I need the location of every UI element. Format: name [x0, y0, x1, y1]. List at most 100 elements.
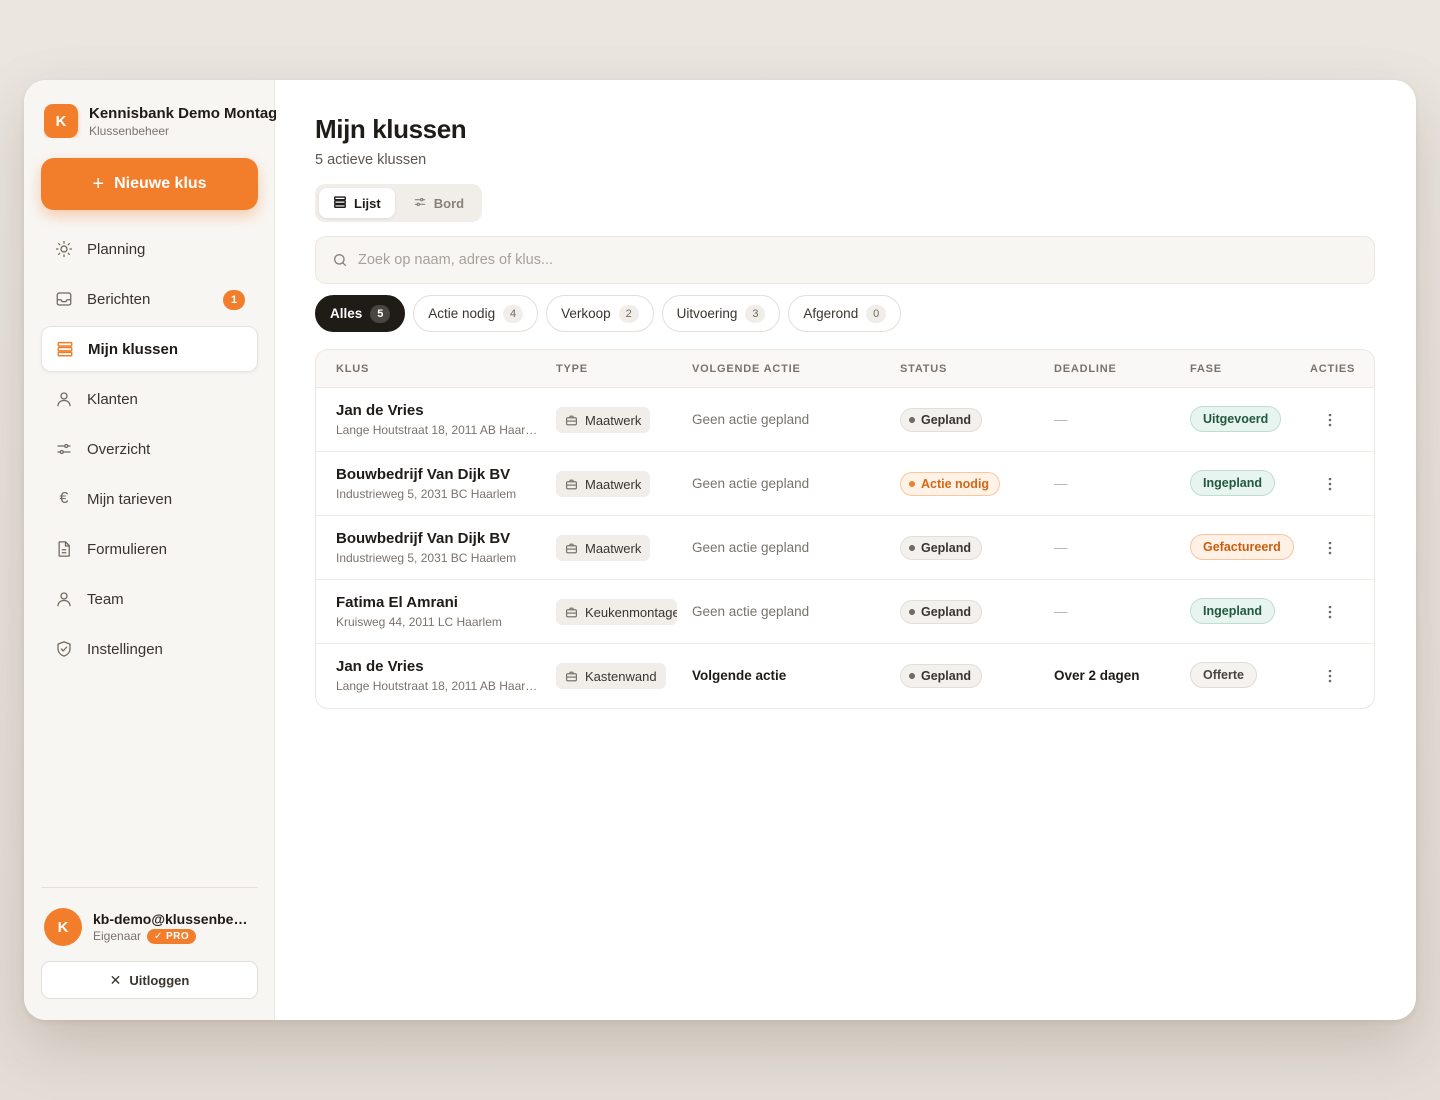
logout-label: Uitloggen — [129, 972, 190, 988]
type-pill: Maatwerk — [556, 535, 651, 561]
table-row[interactable]: Jan de Vries Lange Houtstraat 18, 2011 A… — [316, 388, 1374, 452]
filter-afgerond[interactable]: Afgerond 0 — [788, 295, 902, 332]
view-list-button[interactable]: Lijst — [319, 188, 395, 218]
filter-alles[interactable]: Alles 5 — [315, 295, 406, 332]
new-job-button[interactable]: + Nieuwe klus — [41, 158, 258, 210]
inbox-icon — [54, 289, 74, 309]
filter-count: 2 — [618, 304, 639, 323]
column-type[interactable]: TYPE — [556, 363, 588, 375]
job-name: Jan de Vries — [336, 658, 424, 675]
sidebar-divider — [41, 887, 258, 888]
sidebar-item-mijn-klussen[interactable]: Mijn klussen — [41, 326, 258, 372]
table-row[interactable]: Bouwbedrijf Van Dijk BV Industrieweg 5, … — [316, 516, 1374, 580]
filter-actie-nodig[interactable]: Actie nodig 4 — [413, 295, 539, 332]
sidebar-item-formulieren[interactable]: Formulieren — [41, 526, 258, 572]
next-action: Geen actie gepland — [692, 412, 810, 427]
phase-badge: Ingepland — [1190, 598, 1276, 624]
sliders-icon — [413, 195, 427, 212]
column-next-action[interactable]: VOLGENDE ACTIE — [692, 363, 801, 375]
view-board-button[interactable]: Bord — [399, 188, 478, 218]
sidebar-nav: Planning Berichten 1 Mijn klussen Klante… — [41, 226, 258, 676]
table-row[interactable]: Bouwbedrijf Van Dijk BV Industrieweg 5, … — [316, 452, 1374, 516]
page-subtitle: 5 actieve klussen — [315, 152, 427, 168]
deadline: Over 2 dagen — [1054, 668, 1140, 683]
sidebar-item-instellingen[interactable]: Instellingen — [41, 626, 258, 672]
sidebar-item-label: Overzicht — [87, 440, 151, 458]
main-content: Mijn klussen 5 actieve klussen Lijst Bor… — [275, 80, 1416, 1020]
sun-icon — [54, 239, 74, 259]
status-badge: Gepland — [900, 600, 983, 624]
job-name: Fatima El Amrani — [336, 594, 458, 611]
column-acties: ACTIES — [1310, 363, 1356, 375]
sidebar-item-planning[interactable]: Planning — [41, 226, 258, 272]
brand[interactable]: K Kennisbank Demo Montage Klussenbeheer — [44, 104, 276, 138]
kebab-icon — [1328, 413, 1332, 427]
view-toggle: Lijst Bord — [315, 184, 482, 222]
status-dot — [909, 417, 915, 423]
logout-button[interactable]: ✕ Uitloggen — [41, 961, 258, 999]
status-dot — [909, 481, 915, 487]
status-label: Gepland — [921, 413, 972, 427]
briefcase-icon — [565, 670, 578, 683]
more-actions-button[interactable] — [1318, 664, 1342, 688]
unread-badge: 1 — [223, 290, 245, 310]
filter-label: Afgerond — [803, 306, 859, 321]
sidebar-item-berichten[interactable]: Berichten 1 — [41, 276, 258, 322]
shield-icon — [54, 639, 74, 659]
type-label: Maatwerk — [585, 412, 642, 428]
type-label: Kastenwand — [585, 668, 657, 684]
briefcase-icon — [565, 606, 578, 619]
user-profile[interactable]: K kb-demo@klussenbeheer.nl Eigenaar ✓ PR… — [44, 908, 258, 946]
document-icon — [54, 539, 74, 559]
table-row[interactable]: Jan de Vries Lange Houtstraat 18, 2011 A… — [316, 644, 1374, 708]
type-label: Maatwerk — [585, 540, 642, 556]
table-row[interactable]: Fatima El Amrani Kruisweg 44, 2011 LC Ha… — [316, 580, 1374, 644]
check-icon: ✓ — [154, 930, 163, 942]
briefcase-icon — [565, 478, 578, 491]
job-name: Jan de Vries — [336, 402, 424, 419]
job-address: Lange Houtstraat 18, 2011 AB Haarlem — [336, 679, 538, 693]
type-label: Maatwerk — [585, 476, 642, 492]
sidebar-item-team[interactable]: Team — [41, 576, 258, 622]
new-job-label: Nieuwe klus — [114, 175, 207, 192]
job-address: Industrieweg 5, 2031 BC Haarlem — [336, 487, 517, 501]
column-status[interactable]: STATUS — [900, 363, 947, 375]
filter-label: Uitvoering — [676, 306, 738, 321]
status-dot — [909, 673, 915, 679]
search-input[interactable] — [358, 252, 1258, 268]
filter-chips: Alles 5 Actie nodig 4 Verkoop 2 Uitvoeri… — [315, 295, 902, 332]
table-header: KLUS TYPE VOLGENDE ACTIE STATUS DEADLINE… — [316, 350, 1374, 388]
more-actions-button[interactable] — [1318, 408, 1342, 432]
list-icon — [55, 339, 75, 359]
status-label: Gepland — [921, 669, 972, 683]
filter-label: Alles — [330, 306, 363, 321]
sidebar-item-overzicht[interactable]: Overzicht — [41, 426, 258, 472]
status-badge: Gepland — [900, 536, 983, 560]
filter-count: 5 — [370, 304, 391, 323]
kebab-icon — [1328, 477, 1332, 491]
filter-verkoop[interactable]: Verkoop 2 — [546, 295, 654, 332]
column-fase[interactable]: FASE — [1190, 363, 1222, 375]
sidebar-item-klanten[interactable]: Klanten — [41, 376, 258, 422]
status-label: Gepland — [921, 541, 972, 555]
filter-label: Actie nodig — [428, 306, 496, 321]
kebab-icon — [1328, 541, 1332, 555]
type-pill: Keukenmontage — [556, 599, 677, 625]
sidebar-item-label: Planning — [87, 240, 146, 258]
filter-uitvoering[interactable]: Uitvoering 3 — [661, 295, 781, 332]
sidebar-item-mijn-tarieven[interactable]: € Mijn tarieven — [41, 476, 258, 522]
more-actions-button[interactable] — [1318, 472, 1342, 496]
job-address: Lange Houtstraat 18, 2011 AB Haarlem — [336, 423, 538, 437]
next-action: Geen actie gepland — [692, 476, 810, 491]
briefcase-icon — [565, 542, 578, 555]
more-actions-button[interactable] — [1318, 600, 1342, 624]
next-action: Volgende actie — [692, 668, 787, 683]
job-address: Industrieweg 5, 2031 BC Haarlem — [336, 551, 517, 565]
app-window: K Kennisbank Demo Montage Klussenbeheer … — [24, 80, 1416, 1020]
column-klus[interactable]: KLUS — [336, 363, 369, 375]
filter-label: Verkoop — [561, 306, 611, 321]
pro-badge: ✓ PRO — [147, 928, 197, 944]
status-dot — [909, 545, 915, 551]
column-deadline[interactable]: DEADLINE — [1054, 363, 1117, 375]
more-actions-button[interactable] — [1318, 536, 1342, 560]
